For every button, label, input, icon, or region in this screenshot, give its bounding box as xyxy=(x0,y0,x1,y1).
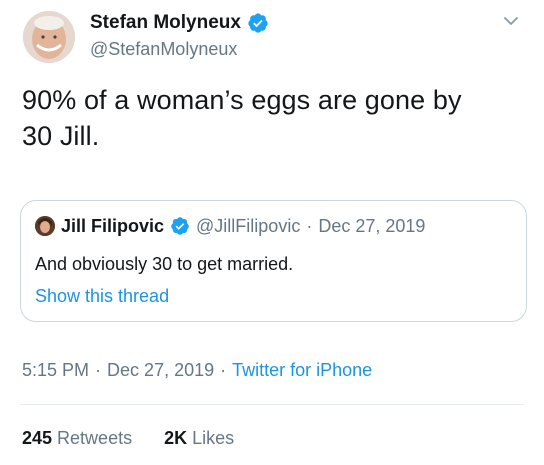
author-handle[interactable]: @StefanMolyneux xyxy=(90,38,237,60)
meta-separator: · xyxy=(220,360,227,380)
author-display-name[interactable]: Stefan Molyneux xyxy=(90,11,241,35)
show-thread-link[interactable]: Show this thread xyxy=(35,285,169,307)
likes-stat[interactable]: 2K Likes xyxy=(164,427,234,449)
quoted-tweet[interactable]: Jill Filipovic @JillFilipovic · Dec 27, … xyxy=(20,200,527,322)
avatar-image xyxy=(23,11,75,63)
avatar[interactable] xyxy=(23,11,75,63)
quote-date[interactable]: Dec 27, 2019 xyxy=(318,215,425,237)
tweet-stats: 245 Retweets 2K Likes xyxy=(22,427,234,449)
quote-separator: · xyxy=(306,216,313,236)
tweet-meta: 5:15 PM · Dec 27, 2019 · Twitter for iPh… xyxy=(22,359,372,381)
quote-avatar xyxy=(35,216,55,236)
verified-badge-icon xyxy=(170,216,190,236)
tweet-card: Stefan Molyneux @StefanMolyneux 90% of a… xyxy=(0,0,544,465)
tweet-date[interactable]: Dec 27, 2019 xyxy=(107,359,214,381)
quote-handle[interactable]: @JillFilipovic xyxy=(196,215,300,237)
divider xyxy=(20,404,524,405)
tweet-source-link[interactable]: Twitter for iPhone xyxy=(232,359,372,381)
verified-badge-icon xyxy=(247,12,269,34)
retweets-label: Retweets xyxy=(57,428,133,448)
chevron-down-icon[interactable] xyxy=(500,10,522,32)
quote-text: And obviously 30 to get married. xyxy=(35,254,294,274)
author-name-row[interactable]: Stefan Molyneux xyxy=(90,11,269,35)
tweet-time[interactable]: 5:15 PM xyxy=(22,359,89,381)
likes-count: 2K xyxy=(164,428,188,448)
likes-label: Likes xyxy=(192,428,235,448)
quote-header: Jill Filipovic @JillFilipovic · Dec 27, … xyxy=(35,215,425,237)
meta-separator: · xyxy=(95,360,102,380)
retweets-stat[interactable]: 245 Retweets xyxy=(22,427,132,449)
quote-display-name[interactable]: Jill Filipovic xyxy=(61,215,164,237)
retweets-count: 245 xyxy=(22,428,53,448)
tweet-text: 90% of a woman’s eggs are gone by 30 Jil… xyxy=(22,85,462,151)
